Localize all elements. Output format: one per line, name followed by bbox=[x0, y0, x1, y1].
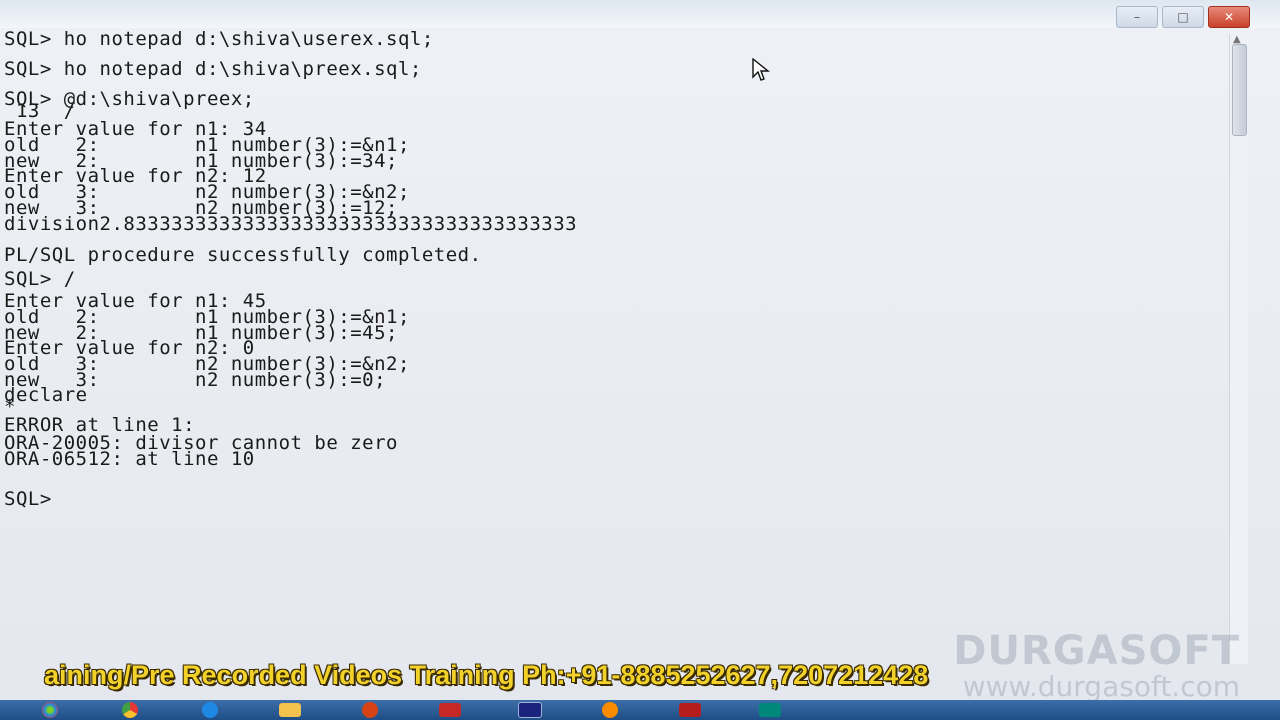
ie-icon[interactable] bbox=[180, 701, 240, 719]
screen: – □ ✕ SQL> ho notepad d:\shiva\userex.sq… bbox=[0, 0, 1280, 720]
console-line: division2.833333333333333333333333333333… bbox=[4, 213, 578, 235]
console-line: ORA-06512: at line 10 bbox=[4, 448, 255, 470]
scroll-thumb[interactable] bbox=[1232, 44, 1247, 136]
console-line: PL/SQL procedure successfully completed. bbox=[4, 244, 482, 266]
folder-icon[interactable] bbox=[260, 701, 320, 719]
watermark-title: DURGASOFT bbox=[953, 628, 1240, 674]
console-line: declare bbox=[4, 384, 88, 406]
mouse-pointer-icon bbox=[752, 58, 770, 81]
durgasoft-watermark: DURGASOFT www.durgasoft.com bbox=[953, 628, 1240, 703]
app2-icon[interactable] bbox=[660, 701, 720, 719]
paint-icon[interactable] bbox=[580, 701, 640, 719]
sqlplus-icon[interactable] bbox=[500, 701, 560, 719]
promo-ticker: aining/Pre Recorded Videos Training Ph:+… bbox=[44, 660, 929, 690]
start-icon[interactable] bbox=[20, 701, 80, 719]
console-line: SQL> / bbox=[4, 268, 76, 290]
vertical-scrollbar[interactable]: ▲ bbox=[1229, 34, 1248, 664]
media-icon[interactable] bbox=[340, 701, 400, 719]
console-line: SQL> ho notepad d:\shiva\preex.sql; bbox=[4, 58, 422, 80]
app-icon[interactable] bbox=[420, 701, 480, 719]
console-line: SQL> ho notepad d:\shiva\userex.sql; bbox=[4, 28, 434, 50]
console-prompt[interactable]: SQL> bbox=[4, 490, 52, 508]
taskbar bbox=[0, 700, 1280, 720]
chrome-icon[interactable] bbox=[100, 701, 160, 719]
watermark-url: www.durgasoft.com bbox=[962, 670, 1240, 703]
app3-icon[interactable] bbox=[740, 701, 800, 719]
sqlplus-console[interactable]: SQL> ho notepad d:\shiva\userex.sql; SQL… bbox=[0, 14, 1222, 664]
